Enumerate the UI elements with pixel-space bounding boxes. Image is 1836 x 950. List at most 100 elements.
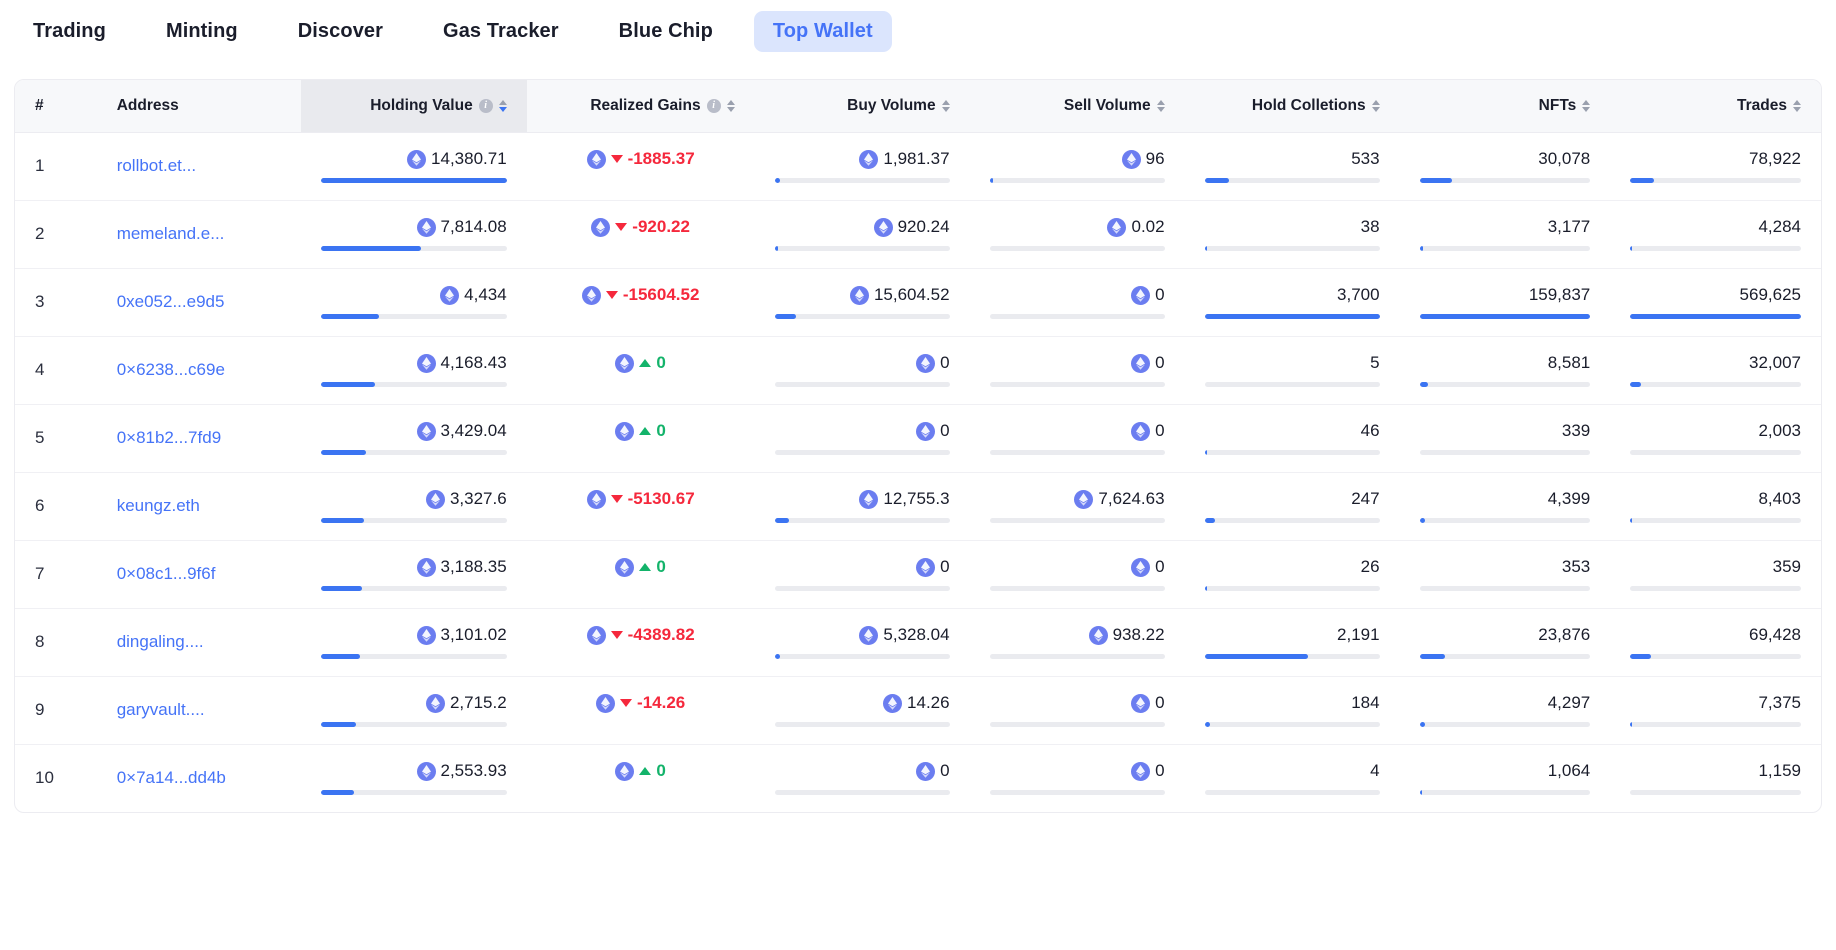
- row-sell-volume: 0: [970, 336, 1185, 404]
- rank-value: 6: [35, 496, 45, 515]
- column-header-label: NFTs: [1538, 96, 1577, 114]
- row-buy-volume: 14.26: [755, 676, 970, 744]
- column-header-trades[interactable]: Trades: [1610, 80, 1821, 132]
- eth-token-icon: [859, 625, 879, 645]
- table-row[interactable]: 10 0×7a14...dd4b 2,553.93 0 0 0 4 1,064 1,159: [15, 744, 1821, 812]
- trend-up-icon: [639, 427, 652, 435]
- sell-volume-text: 0: [1155, 557, 1165, 576]
- column-header-sell[interactable]: Sell Volume: [970, 80, 1185, 132]
- wallet-address-link[interactable]: rollbot.et...: [117, 156, 196, 175]
- row-nfts: 3,177: [1400, 200, 1611, 268]
- wallet-address-link[interactable]: 0×08c1...9f6f: [117, 564, 216, 583]
- wallet-address-link[interactable]: memeland.e...: [117, 224, 225, 243]
- sort-toggle-icon[interactable]: [1156, 99, 1165, 112]
- row-nfts: 4,297: [1400, 676, 1611, 744]
- eth-token-icon: [416, 557, 436, 577]
- eth-token-icon: [596, 693, 616, 713]
- column-header-addr[interactable]: Address: [97, 80, 301, 132]
- row-holding-value: 2,553.93: [301, 744, 527, 812]
- row-realized-gains: 0: [527, 540, 755, 608]
- table-row[interactable]: 7 0×08c1...9f6f 3,188.35 0 0 0 26 353 359: [15, 540, 1821, 608]
- hold-collections-bar: [1204, 178, 1380, 183]
- holding-value-text: 4,434: [464, 285, 507, 304]
- sell-volume-text: 0: [1155, 353, 1165, 372]
- trades-bar: [1630, 722, 1801, 727]
- column-header-gain[interactable]: Realized Gains i: [527, 80, 755, 132]
- wallet-address-link[interactable]: keungz.eth: [117, 496, 200, 515]
- sort-toggle-icon[interactable]: [498, 99, 507, 112]
- nfts-text: 339: [1561, 421, 1591, 440]
- nav-tab-top-wallet[interactable]: Top Wallet: [753, 11, 892, 52]
- wallet-address-link[interactable]: 0×6238...c69e: [117, 360, 225, 379]
- trades-text: 359: [1772, 557, 1801, 576]
- info-icon[interactable]: i: [706, 98, 721, 113]
- table-row[interactable]: 4 0×6238...c69e 4,168.43 0 0 0 5 8,581 32,007: [15, 336, 1821, 404]
- nav-tab-discover[interactable]: Discover: [279, 11, 402, 52]
- row-rank: 7: [15, 540, 97, 608]
- sort-toggle-icon[interactable]: [726, 99, 735, 112]
- row-realized-gains: -1885.37: [527, 132, 755, 200]
- wallet-address-link[interactable]: 0×81b2...7fd9: [117, 428, 221, 447]
- wallet-address-link[interactable]: dingaling....: [117, 632, 204, 651]
- buy-volume-bar: [774, 586, 950, 591]
- row-rank: 8: [15, 608, 97, 676]
- column-header-coll[interactable]: Hold Colletions: [1185, 80, 1400, 132]
- row-holding-value: 3,101.02: [301, 608, 527, 676]
- eth-token-icon: [916, 421, 936, 441]
- sort-toggle-icon[interactable]: [1582, 99, 1591, 112]
- nfts-text: 8,581: [1547, 353, 1591, 372]
- table-row[interactable]: 5 0×81b2...7fd9 3,429.04 0 0 0 46 339 2,003: [15, 404, 1821, 472]
- column-header-buy[interactable]: Buy Volume: [755, 80, 970, 132]
- row-rank: 6: [15, 472, 97, 540]
- nav-tab-blue-chip[interactable]: Blue Chip: [600, 11, 732, 52]
- row-realized-gains: -5130.67: [527, 472, 755, 540]
- holding-value-text: 2,715.2: [449, 693, 507, 712]
- row-hold-collections: 3,700: [1185, 268, 1400, 336]
- wallet-address-link[interactable]: 0xe052...e9d5: [117, 292, 225, 311]
- eth-token-icon: [1131, 557, 1151, 577]
- holding-value-bar: [320, 722, 507, 727]
- nfts-text: 4,399: [1547, 489, 1591, 508]
- table-row[interactable]: 2 memeland.e... 7,814.08 -920.22 920.24 0.02 3…: [15, 200, 1821, 268]
- row-address: memeland.e...: [97, 200, 301, 268]
- column-header-hold[interactable]: Holding Value i: [300, 80, 527, 132]
- sort-toggle-icon[interactable]: [1371, 99, 1380, 112]
- row-hold-collections: 26: [1185, 540, 1400, 608]
- sort-toggle-icon[interactable]: [941, 99, 950, 112]
- info-icon[interactable]: i: [478, 98, 493, 113]
- holding-value-bar: [320, 246, 507, 251]
- row-holding-value: 14,380.71: [301, 132, 527, 200]
- column-header-rank[interactable]: #: [15, 80, 97, 132]
- eth-token-icon: [591, 217, 611, 237]
- buy-volume-bar: [774, 518, 950, 523]
- rank-value: 9: [35, 700, 45, 719]
- eth-token-icon: [615, 761, 635, 781]
- nav-tab-minting[interactable]: Minting: [147, 11, 257, 52]
- column-header-nfts[interactable]: NFTs: [1400, 80, 1611, 132]
- row-address: rollbot.et...: [97, 132, 301, 200]
- nfts-bar: [1419, 586, 1591, 591]
- table-row[interactable]: 8 dingaling.... 3,101.02 -4389.82 5,328.04 93…: [15, 608, 1821, 676]
- buy-volume-bar: [774, 314, 950, 319]
- nfts-text: 30,078: [1538, 149, 1591, 168]
- table-row[interactable]: 6 keungz.eth 3,327.6 -5130.67 12,755.3 7,624.…: [15, 472, 1821, 540]
- table-row[interactable]: 9 garyvault.... 2,715.2 -14.26 14.26 0 184 4,29…: [15, 676, 1821, 744]
- trend-down-icon: [620, 699, 633, 707]
- wallet-address-link[interactable]: 0×7a14...dd4b: [117, 768, 226, 787]
- eth-token-icon: [440, 285, 460, 305]
- nfts-bar: [1419, 382, 1591, 387]
- table-row[interactable]: 1 rollbot.et... 14,380.71 -1885.37 1,981.37 9…: [15, 132, 1821, 200]
- row-rank: 3: [15, 268, 97, 336]
- row-buy-volume: 920.24: [755, 200, 970, 268]
- row-hold-collections: 247: [1185, 472, 1400, 540]
- table-row[interactable]: 3 0xe052...e9d5 4,434 -15604.52 15,604.52 0 3,…: [15, 268, 1821, 336]
- hold-collections-bar: [1204, 790, 1380, 796]
- eth-token-icon: [615, 421, 635, 441]
- wallet-address-link[interactable]: garyvault....: [117, 700, 205, 719]
- table-header: # Address Holding Value i Realized Gains i Buy…: [15, 80, 1821, 132]
- nav-tab-gas-tracker[interactable]: Gas Tracker: [424, 11, 578, 52]
- buy-volume-bar: [774, 654, 950, 659]
- sort-toggle-icon[interactable]: [1793, 99, 1801, 112]
- nav-tab-trading[interactable]: Trading: [14, 11, 125, 52]
- sell-volume-bar: [989, 518, 1165, 523]
